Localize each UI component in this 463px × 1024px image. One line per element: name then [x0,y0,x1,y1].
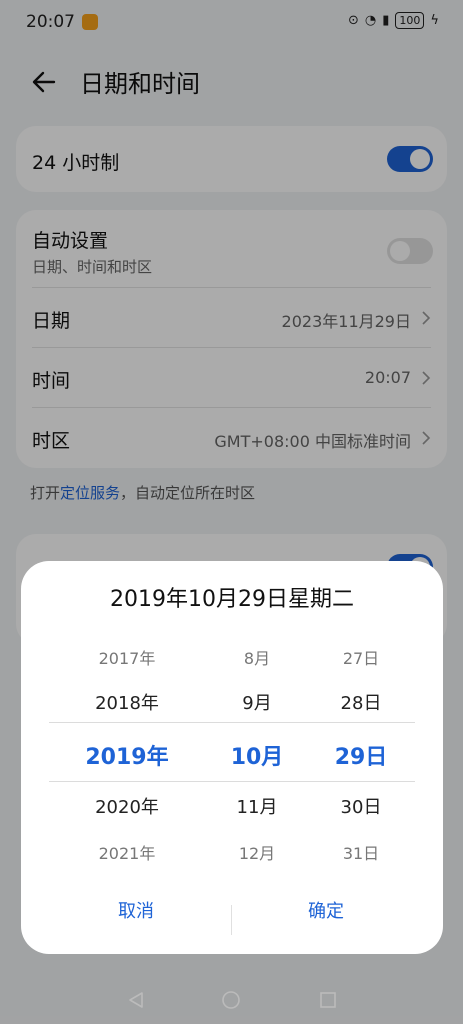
dialog-title: 2019年10月29日星期二 [110,587,354,612]
year-item[interactable]: 2020年 [67,793,187,819]
day-item[interactable]: 27日 [311,645,411,669]
back-nav-icon[interactable] [126,990,146,1010]
home-nav-icon[interactable] [221,990,241,1010]
month-column[interactable]: 8月 9月 10月 11月 12月 [207,631,307,871]
year-item[interactable]: 2021年 [67,840,187,864]
cancel-button[interactable]: 取消 [41,897,231,923]
month-item[interactable]: 11月 [207,793,307,819]
day-item[interactable]: 31日 [311,840,411,864]
confirm-button[interactable]: 确定 [231,897,421,923]
date-picker-dialog: 2019年10月29日星期二 2017年 2018年 2019年 2020年 2… [21,561,443,954]
month-item[interactable]: 12月 [207,840,307,864]
day-item-selected[interactable]: 29日 [311,739,411,771]
navigation-bar [0,980,463,1020]
recents-nav-icon[interactable] [318,990,338,1010]
day-column[interactable]: 27日 28日 29日 30日 31日 [311,631,411,871]
month-item[interactable]: 8月 [207,645,307,669]
day-item[interactable]: 28日 [311,689,411,715]
day-item[interactable]: 30日 [311,793,411,819]
year-item[interactable]: 2018年 [67,689,187,715]
year-column[interactable]: 2017年 2018年 2019年 2020年 2021年 [67,631,187,871]
year-item[interactable]: 2017年 [67,645,187,669]
month-item[interactable]: 9月 [207,689,307,715]
month-item-selected[interactable]: 10月 [207,739,307,771]
year-item-selected[interactable]: 2019年 [67,739,187,771]
